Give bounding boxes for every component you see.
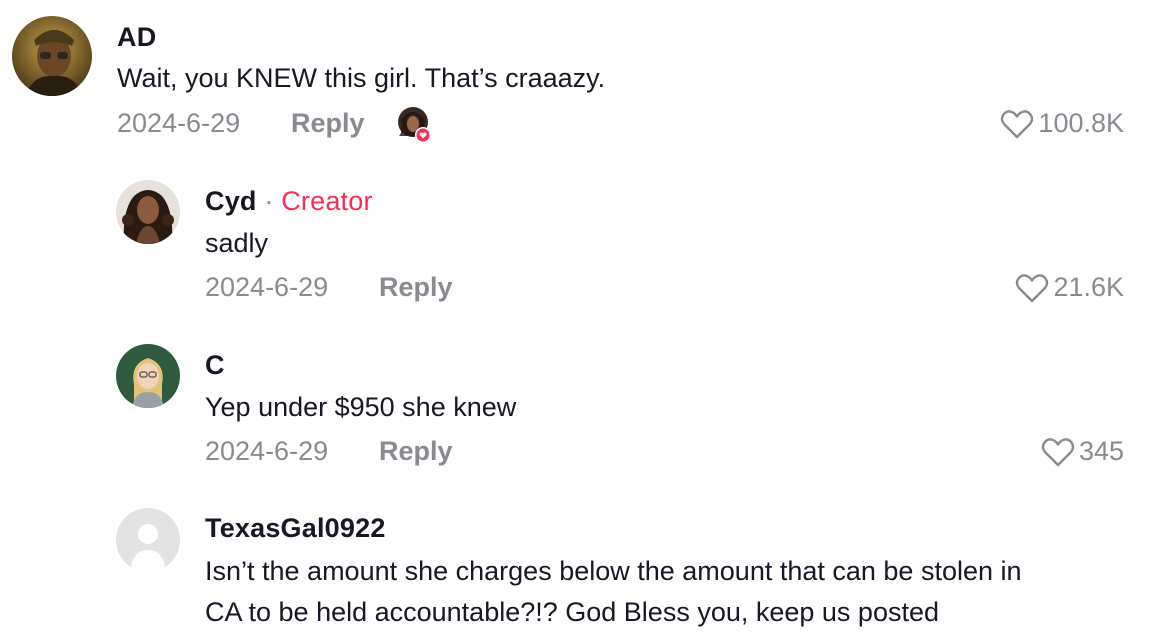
comment-text-line-1: Isn’t the amount she charges below the a…	[205, 556, 1022, 586]
comment-text: sadly	[205, 228, 269, 258]
comment-username[interactable]: TexasGal0922	[205, 513, 386, 544]
like-count: 21.6K	[1053, 272, 1124, 302]
creator-username[interactable]: Cyd	[205, 186, 257, 216]
comment-text: Yep under $950 she knew	[205, 392, 517, 422]
comment-text: Wait, you KNEW this girl. That’s craaazy…	[117, 63, 606, 93]
reply-button[interactable]: Reply	[291, 108, 365, 139]
avatar-cyd-image	[116, 180, 180, 244]
comment-username[interactable]: AD	[117, 22, 156, 53]
avatar-ad-image	[12, 16, 92, 96]
like-count: 100.8K	[1038, 108, 1124, 138]
avatar[interactable]	[116, 508, 180, 572]
comment-ad: AD Wait, you KNEW this girl. That’s craa…	[0, 0, 1162, 160]
reply-button[interactable]: Reply	[379, 272, 453, 303]
heart-outline-icon	[1000, 109, 1034, 139]
comment-username[interactable]: Cyd · Creator	[205, 186, 373, 217]
reply-button[interactable]: Reply	[379, 436, 453, 467]
like-button[interactable]: 345	[1041, 436, 1124, 467]
heart-outline-icon	[1041, 437, 1075, 467]
like-button[interactable]: 100.8K	[1000, 108, 1124, 139]
comment-username[interactable]: C	[205, 350, 225, 381]
default-avatar-icon	[116, 508, 180, 572]
comment-date: 2024-6-29	[205, 436, 329, 466]
comment-date: 2024-6-29	[205, 272, 329, 302]
avatar[interactable]	[116, 180, 180, 244]
avatar[interactable]	[12, 16, 92, 96]
comment-date: 2024-6-29	[117, 108, 241, 138]
creator-badge: Creator	[281, 186, 373, 216]
comment-text-line-2: CA to be held accountable?!? God Bless y…	[205, 597, 939, 627]
avatar-c-bitmoji-image	[116, 344, 180, 408]
like-count: 345	[1078, 436, 1124, 466]
like-button[interactable]: 21.6K	[1015, 272, 1124, 303]
creator-separator: ·	[264, 186, 274, 216]
comment-cyd: Cyd · Creator sadly 2024-6-29 Reply 21.6…	[0, 160, 1162, 330]
creator-liked-badge	[397, 106, 431, 143]
comment-texasgal0922: TexasGal0922 Isn’t the amount she charge…	[0, 500, 1162, 638]
comment-c: C Yep under $950 she knew 2024-6-29 Repl…	[0, 330, 1162, 500]
heart-outline-icon	[1015, 273, 1049, 303]
avatar[interactable]	[116, 344, 180, 408]
liked-heart-badge-icon	[398, 107, 431, 143]
